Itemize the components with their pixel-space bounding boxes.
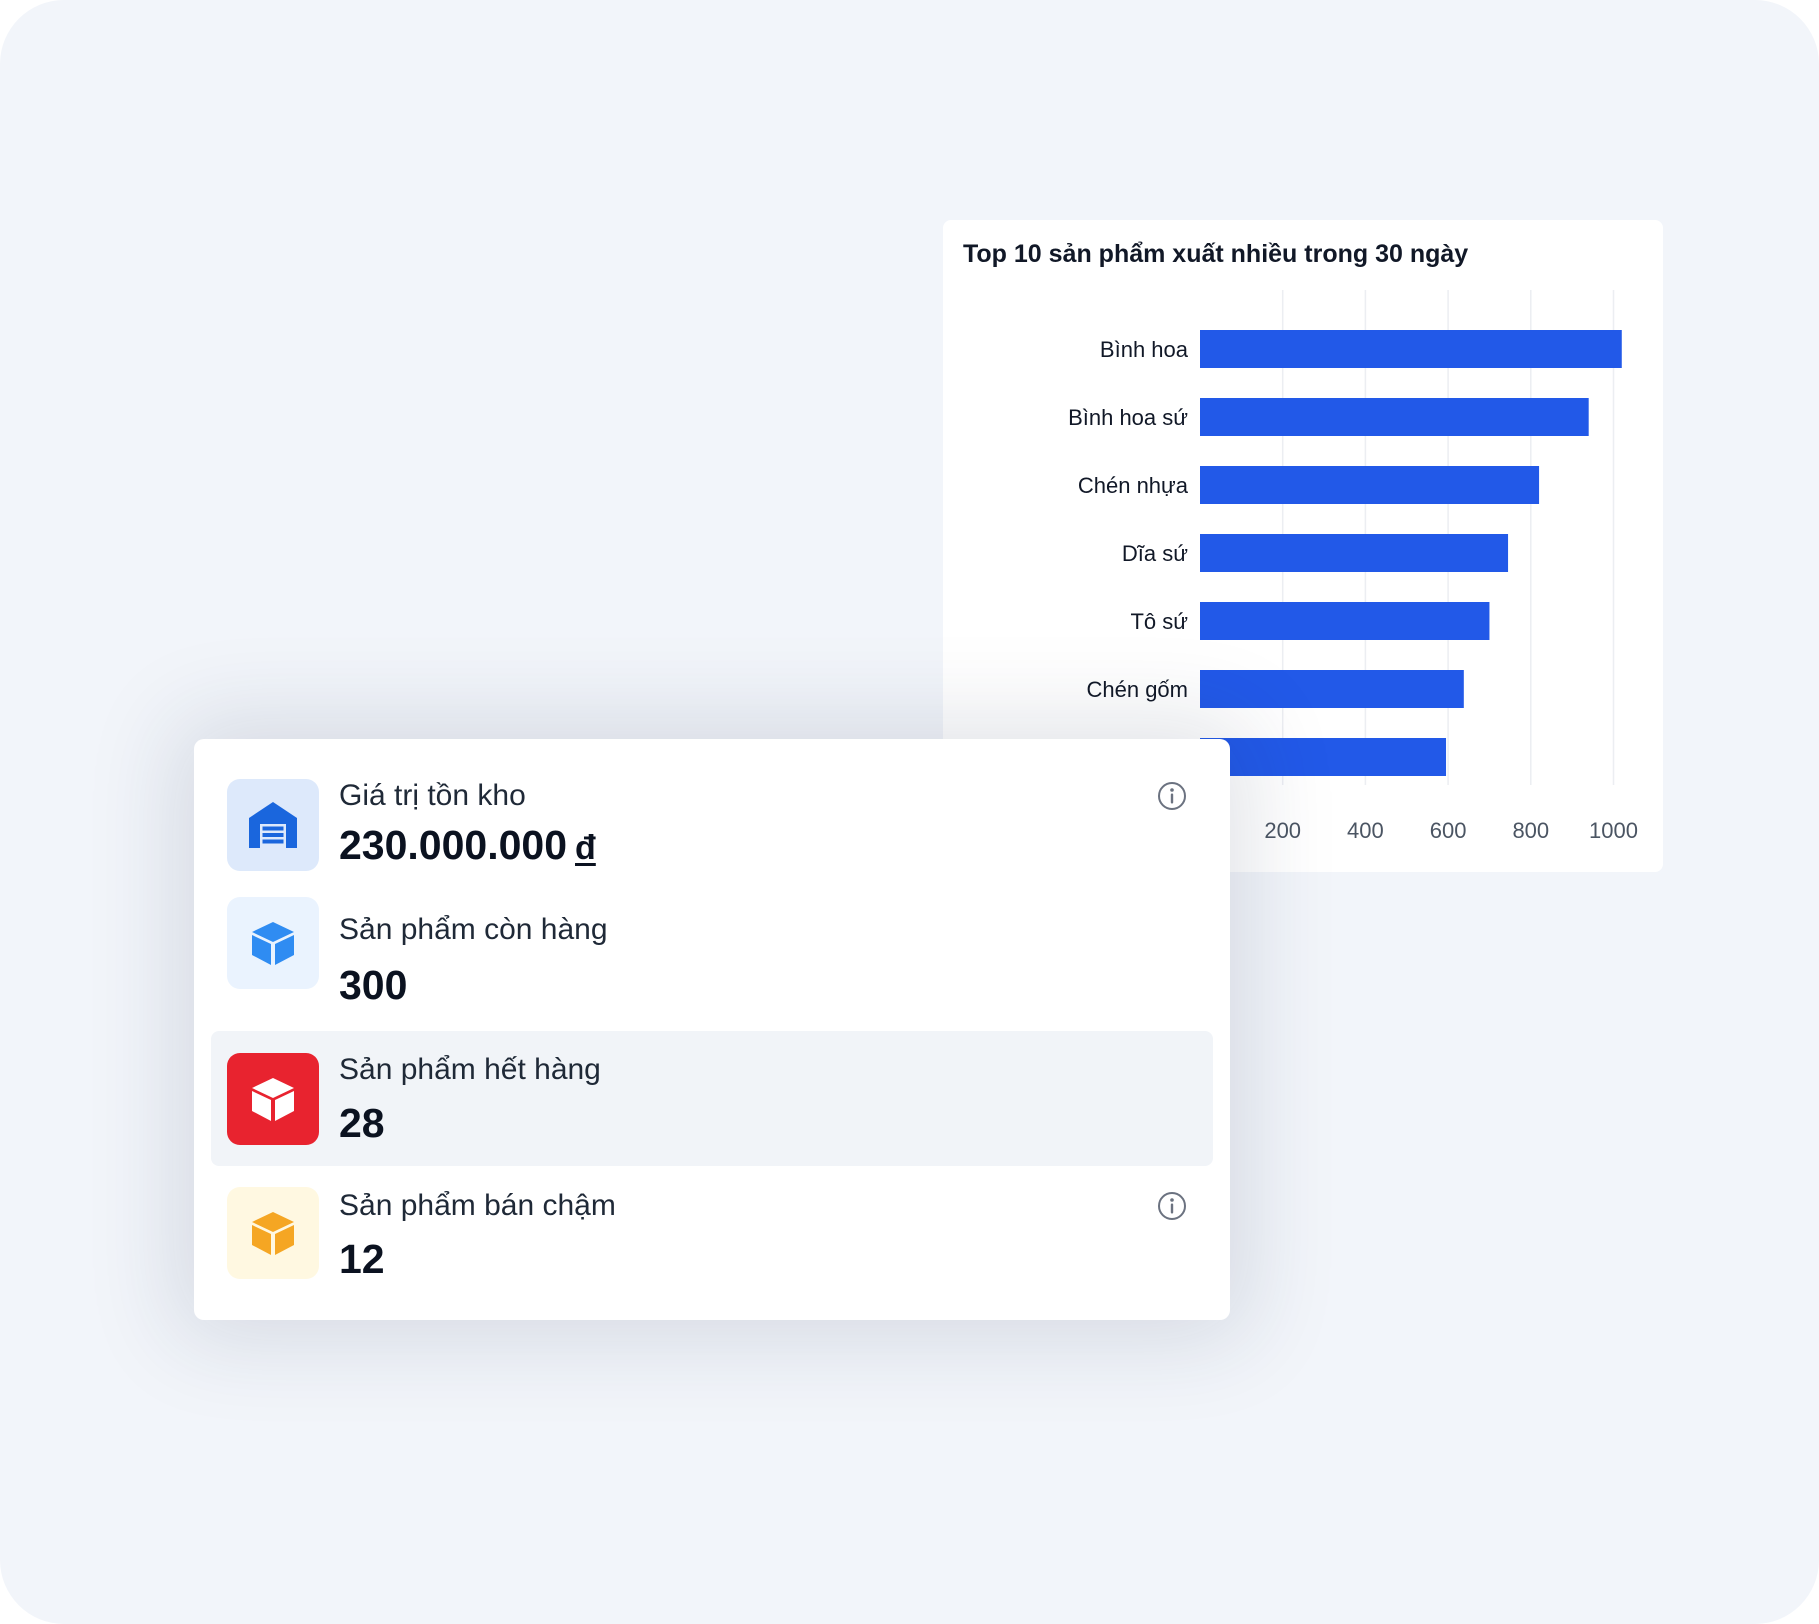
category-label: Dĩa sứ — [1122, 541, 1188, 566]
category-label: Tô sứ — [1130, 609, 1188, 634]
bar[interactable] — [1200, 466, 1540, 504]
stat-value-number: 230.000.000 — [339, 822, 568, 868]
info-icon[interactable] — [1157, 781, 1187, 811]
box-icon — [227, 897, 319, 989]
warehouse-icon — [227, 779, 319, 871]
bar[interactable] — [1200, 330, 1622, 368]
currency-symbol: đ — [575, 829, 596, 867]
stat-value: 300 — [339, 962, 408, 1008]
bar[interactable] — [1200, 534, 1509, 572]
stat-row-in-stock[interactable]: Sản phẩm còn hàng 300 — [211, 877, 1213, 1012]
background-canvas: Top 10 sản phẩm xuất nhiều trong 30 ngày… — [0, 0, 1819, 1624]
stat-row-inventory-value[interactable]: Giá trị tồn kho 230.000.000 đ — [211, 739, 1213, 874]
box-icon — [227, 1187, 319, 1279]
category-label: Bình hoa — [1100, 337, 1189, 362]
x-tick-label: 200 — [1264, 818, 1301, 843]
stat-value: 12 — [339, 1236, 385, 1282]
stat-value: 230.000.000 đ — [339, 825, 596, 866]
category-label: Chén nhựa — [1078, 473, 1189, 498]
stat-label: Giá trị tồn kho — [339, 779, 526, 812]
bar[interactable] — [1200, 602, 1490, 640]
stat-row-out-of-stock[interactable]: Sản phẩm hết hàng 28 — [211, 1031, 1213, 1166]
info-icon[interactable] — [1157, 1191, 1187, 1221]
category-label: Chén gốm — [1086, 677, 1188, 702]
category-label: Bình hoa sứ — [1068, 405, 1188, 430]
bar[interactable] — [1200, 738, 1447, 776]
inventory-stats-card: Giá trị tồn kho 230.000.000 đ Sản phẩm cò… — [194, 739, 1230, 1320]
stat-label: Sản phẩm còn hàng — [339, 913, 608, 946]
x-tick-label: 400 — [1347, 818, 1384, 843]
stat-label: Sản phẩm hết hàng — [339, 1053, 601, 1086]
stat-label: Sản phẩm bán chậm — [339, 1189, 616, 1222]
x-tick-label: 1000 — [1589, 818, 1638, 843]
bar[interactable] — [1200, 398, 1589, 436]
x-tick-label: 800 — [1512, 818, 1549, 843]
stat-row-slow-selling[interactable]: Sản phẩm bán chậm 12 — [211, 1149, 1213, 1284]
bar[interactable] — [1200, 670, 1464, 708]
box-icon — [227, 1053, 319, 1145]
x-tick-label: 600 — [1430, 818, 1467, 843]
stat-value: 28 — [339, 1100, 385, 1146]
